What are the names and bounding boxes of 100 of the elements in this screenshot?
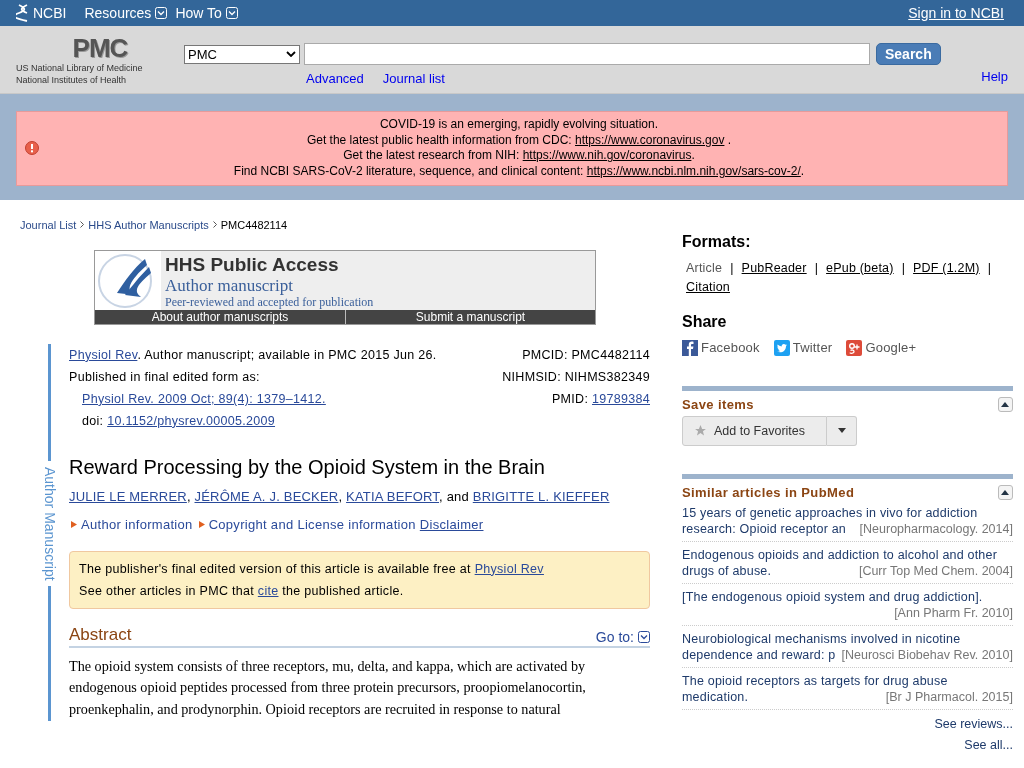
similar-article-title[interactable]: research: Opioid receptor an — [682, 520, 847, 537]
ncbi-logo[interactable]: NCBI — [16, 4, 67, 22]
doi-text: doi: 10.1152/physrev.00005.2009 — [81, 412, 277, 430]
journal-source: [Ann Pharm Fr. 2010] — [894, 604, 1013, 621]
similar-articles-heading: Similar articles in PubMed — [682, 484, 855, 500]
search-link[interactable]: Advanced — [306, 71, 364, 86]
caret-up-icon — [1001, 401, 1010, 407]
banner-title: HHS Public Access — [165, 253, 340, 276]
abstract-heading: Abstract — [69, 624, 132, 645]
separator: | — [987, 259, 992, 277]
banner-subtitle: Author manuscript — [165, 275, 294, 295]
caret-icon — [837, 428, 846, 434]
format-link[interactable]: Citation — [686, 277, 730, 297]
availability-text: Physiol Rev. Author manuscript; available in PMC 2015 Jun 26. — [69, 346, 438, 364]
twitter-icon — [773, 339, 790, 356]
separator: | — [814, 259, 819, 277]
menu-item[interactable]: How To — [175, 5, 238, 21]
separator: | — [730, 259, 734, 277]
similar-article-title[interactable]: The opioid receptors as targets for drug abuse — [682, 672, 1013, 689]
journal-source: [Curr Top Med Chem. 2004] — [858, 562, 1013, 579]
formats-heading: Formats: — [682, 232, 752, 251]
article-title: Reward Processing by the Opioid System in the Brain — [69, 455, 546, 479]
banner-link[interactable]: About author manuscripts — [95, 309, 345, 324]
menu-item[interactable]: Resources — [84, 5, 168, 21]
ncbi-wordmark: NCBI — [33, 5, 67, 21]
star-icon — [694, 424, 707, 438]
alert-text: COVID-19 is an emerging, rapidly evolving situation. — [379, 117, 659, 133]
collapse-button[interactable] — [997, 396, 1013, 412]
organization-name: US National Library of Medicine — [16, 62, 143, 74]
notice-text: See other articles in PMC that cite the published article. — [79, 582, 405, 600]
journal-source: [Neurosci Biobehav Rev. 2010] — [841, 646, 1013, 663]
alert-text: Get the latest research from NIH: https://www.nih.gov/coronavirus. — [343, 148, 695, 165]
pmid-link[interactable]: 19789384 — [592, 391, 650, 406]
search-link[interactable]: Journal list — [382, 71, 445, 86]
info-toggle[interactable]: Author information — [81, 516, 193, 532]
breadcrumb-link[interactable]: Journal List — [20, 218, 77, 231]
similar-article-title[interactable]: Endogenous opioids and addiction to alcohol and other — [682, 546, 1013, 563]
alert-icon — [25, 141, 39, 156]
facebook-icon — [682, 339, 698, 356]
author-link[interactable]: BRIGITTE L. KIEFFER — [472, 488, 610, 504]
disclaimer-link[interactable]: Disclaimer — [419, 516, 484, 532]
author-link[interactable]: KATIA BEFORT — [346, 488, 440, 504]
caret-up-icon — [1001, 489, 1010, 495]
similar-article-title[interactable]: 15 years of genetic approaches in vivo for addiction — [682, 504, 1013, 521]
triangle-icon — [198, 520, 205, 528]
doi-link[interactable]: 10.1152/physrev.00005.2009 — [107, 413, 276, 428]
share-link[interactable]: Facebook — [682, 339, 760, 356]
format-link[interactable]: PDF (1.2M) — [913, 258, 980, 278]
sign-in-link[interactable]: Sign in to NCBI — [908, 5, 1004, 21]
banner-link[interactable]: Submit a manuscript — [345, 309, 595, 324]
dropdown-button[interactable] — [827, 415, 857, 446]
similar-article-title[interactable]: drugs of abuse. — [682, 562, 772, 579]
save-items-heading: Save items — [682, 396, 754, 412]
share-link[interactable]: Google+ — [846, 339, 917, 356]
see-more-link[interactable]: See reviews... — [934, 716, 1013, 731]
search-button[interactable]: Search — [876, 43, 941, 65]
eagle-logo-drawing — [95, 250, 161, 310]
organization-name: National Institutes of Health — [16, 74, 127, 86]
share-link[interactable]: Twitter — [773, 339, 833, 356]
dropdown-icon — [155, 7, 168, 19]
dropdown-icon — [225, 7, 238, 19]
add-to-favorites-button[interactable]: Add to Favorites — [682, 415, 827, 446]
breadcrumb-link[interactable]: HHS Author Manuscripts — [88, 218, 209, 231]
similar-article-title[interactable]: dependence and reward: p — [682, 646, 836, 663]
journal-source: [Neuropharmacology. 2014] — [859, 520, 1013, 537]
format-link[interactable]: Article — [686, 258, 723, 278]
similar-article-title[interactable]: medication. — [682, 688, 749, 705]
similar-article-title[interactable]: [The endogenous opioid system and drug addiction]. — [682, 588, 1013, 605]
google-plus-icon — [846, 339, 863, 356]
alert-link[interactable]: https://www.coronavirus.gov — [575, 132, 725, 147]
alert-link[interactable]: https://www.ncbi.nlm.nih.gov/sars-cov-2/ — [586, 164, 801, 179]
breadcrumb-current: PMC4482114 — [220, 218, 288, 231]
similar-article-title[interactable]: Neurobiological mechanisms involved in nicotine — [682, 630, 1013, 647]
info-toggle[interactable]: Copyright and License information — [208, 516, 416, 532]
reference-link[interactable]: Physiol Rev. 2009 Oct; 89(4): 1379–1412. — [82, 391, 326, 406]
abstract-text: The opioid system consists of three receptors, mu, delta, and kappa, which are activated by endogenous opioid peptides processed from three protein precursors, proopiomelanocortin, proenkephalin, and prodynorphin. Opioid receptors are recruited in response to natural — [69, 656, 587, 719]
database-select[interactable]: PMC — [184, 44, 300, 64]
help-link[interactable]: Help — [981, 69, 1008, 84]
pmc-logo[interactable]: PMC — [72, 34, 128, 62]
dropdown-icon — [638, 630, 650, 643]
triangle-icon — [71, 520, 77, 528]
menu-label: How To — [175, 5, 222, 21]
format-link[interactable]: ePub (beta) — [826, 258, 894, 278]
go-to-menu[interactable]: Go to: — [595, 628, 650, 645]
notice-link[interactable]: cite — [257, 583, 279, 598]
chevron-icon — [80, 221, 85, 229]
search-field[interactable] — [304, 43, 870, 65]
author-link[interactable]: JULIE LE MERRER — [69, 488, 187, 504]
see-more-link[interactable]: See all... — [964, 737, 1013, 752]
author-manuscript-label: Author Manuscript — [41, 465, 58, 583]
caret-icon — [286, 51, 296, 57]
menu-label: Resources — [84, 5, 152, 21]
separator: | — [901, 259, 906, 277]
format-link[interactable]: PubReader — [741, 258, 807, 278]
identifier-text: NIHMSID: NIHMS382349 — [502, 368, 650, 386]
collapse-button[interactable] — [997, 484, 1013, 500]
alert-text: Get the latest public health information from CDC: https://www.coronavirus.gov . — [306, 132, 732, 149]
notice-link[interactable]: Physiol Rev — [474, 561, 544, 576]
share-heading: Share — [682, 312, 728, 331]
journal-source: [Br J Pharmacol. 2015] — [885, 688, 1013, 705]
